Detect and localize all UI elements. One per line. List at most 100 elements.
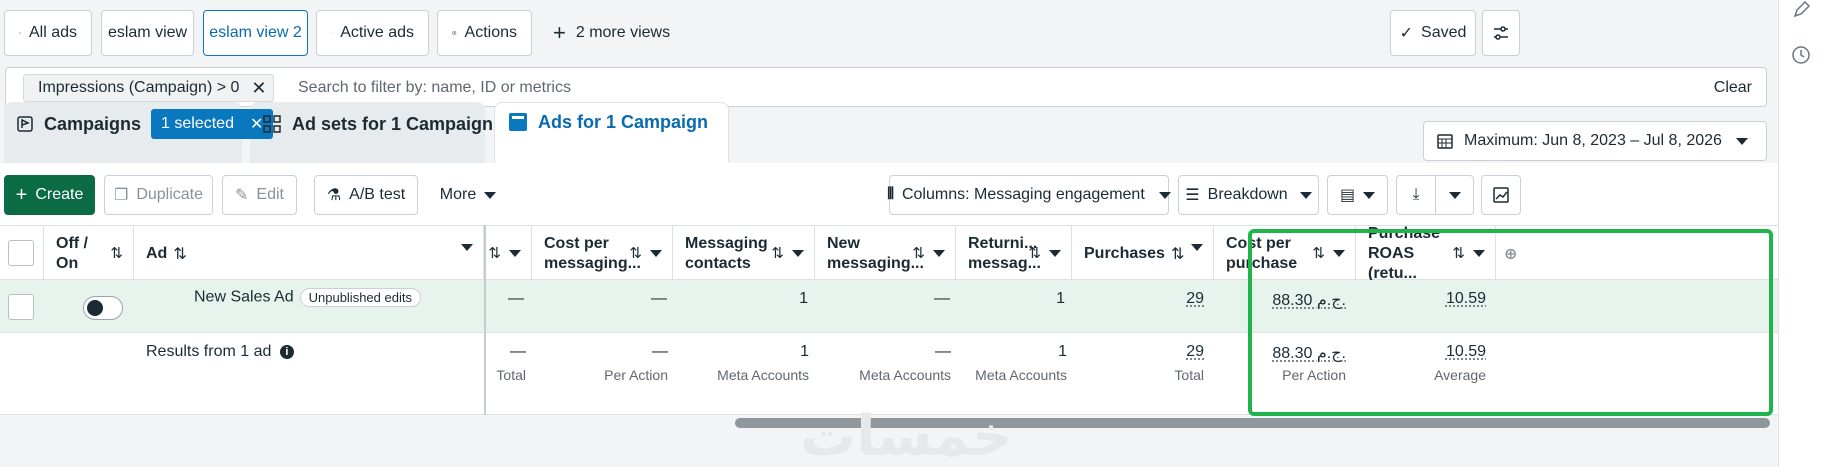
- chevron-down-icon: [1159, 192, 1171, 199]
- filter-chip[interactable]: Impressions (Campaign) > 0 ✕: [23, 74, 274, 102]
- chevron-down-icon[interactable]: [933, 250, 945, 257]
- sort-icon[interactable]: ⇅: [1312, 244, 1325, 262]
- col0-value: —: [486, 290, 524, 308]
- chevron-down-icon[interactable]: [509, 250, 521, 257]
- sort-icon[interactable]: ⇅: [110, 244, 123, 262]
- saved-button[interactable]: ✓ Saved: [1390, 10, 1476, 56]
- results-label: Results from 1 ad i: [146, 343, 294, 361]
- summary-messaging-contacts: 1: [673, 343, 809, 361]
- sliders-icon: [1492, 24, 1510, 42]
- ad-name-link[interactable]: New Sales Ad: [194, 289, 294, 306]
- sort-icon[interactable]: ⇅: [1028, 244, 1041, 262]
- summary-purchase-roas-sub: Average: [1356, 367, 1486, 383]
- date-range-picker[interactable]: Maximum: Jun 8, 2023 – Jul 8, 2026: [1423, 121, 1767, 161]
- charts-button[interactable]: [1481, 175, 1521, 215]
- view-all-ads[interactable]: All ads: [4, 10, 92, 56]
- summary-cost-per-messaging-sub: Per Action: [532, 367, 668, 383]
- send-icon: [331, 24, 332, 42]
- sort-icon[interactable]: ⇅: [1171, 244, 1184, 264]
- sort-icon[interactable]: ⇅: [629, 244, 642, 262]
- selected-badge[interactable]: 1 selected ✕: [151, 109, 273, 139]
- chevron-down-icon[interactable]: [650, 250, 662, 257]
- ad-icon: [508, 112, 528, 132]
- header-messaging-contacts[interactable]: Messaging contacts ⇅: [673, 226, 815, 281]
- duplicate-button[interactable]: ❐ Duplicate: [104, 175, 213, 215]
- status-badge: Unpublished edits: [300, 288, 421, 307]
- tab-campaigns[interactable]: Campaigns 1 selected ✕: [16, 100, 273, 148]
- header-col0[interactable]: ⇅: [486, 226, 532, 281]
- sort-icon[interactable]: ⇅: [173, 244, 186, 264]
- purchase-roas-value: 10.59: [1356, 290, 1486, 308]
- chevron-down-icon[interactable]: [461, 244, 473, 251]
- export-button[interactable]: ⤓: [1396, 175, 1436, 215]
- header-purchase-roas[interactable]: Purchase ROAS (retu... ⇅: [1356, 226, 1496, 281]
- view-active-ads[interactable]: Active ads: [316, 10, 429, 56]
- close-icon[interactable]: ✕: [251, 78, 266, 99]
- view-eslam-view[interactable]: eslam view: [101, 10, 194, 56]
- add-column-icon[interactable]: ⊕: [1504, 244, 1517, 264]
- header-ad[interactable]: Ad ⇅: [134, 226, 484, 281]
- info-icon[interactable]: i: [280, 345, 294, 359]
- ad-name-cell: New Sales Ad Unpublished edits: [134, 288, 484, 307]
- header-off-on[interactable]: Off / On ⇅: [44, 226, 134, 281]
- flask-icon: ⚗: [327, 185, 341, 205]
- new-messaging-value: —: [815, 290, 950, 308]
- header-cost-per-messaging[interactable]: Cost per messaging... ⇅: [532, 226, 673, 281]
- table-header: Off / On ⇅ Ad ⇅ ⇅ Cost per messaging... …: [0, 225, 1778, 280]
- edit-button[interactable]: ✎ Edit: [222, 175, 297, 215]
- summary-row: Results from 1 ad i — Total — Per Action…: [0, 333, 1778, 415]
- summary-returning-messaging: 1: [956, 343, 1067, 361]
- summary-new-messaging: —: [815, 343, 951, 361]
- tab-adsets[interactable]: Ad sets for 1 Campaign: [262, 100, 493, 148]
- header-purchases[interactable]: Purchases ⇅: [1072, 226, 1214, 281]
- chevron-down-icon[interactable]: [1191, 244, 1203, 251]
- plus-icon: +: [553, 20, 566, 46]
- cost-per-messaging-value: —: [532, 290, 667, 308]
- chevron-down-icon: [484, 192, 496, 199]
- chevron-down-icon[interactable]: [792, 250, 804, 257]
- create-button[interactable]: + Create: [4, 175, 95, 215]
- header-cost-per-purchase[interactable]: Cost per purchase ⇅: [1214, 226, 1356, 281]
- messaging-contacts-value: 1: [673, 290, 808, 308]
- folder-icon: [19, 24, 21, 42]
- select-all-cell: [0, 226, 44, 281]
- reports-button[interactable]: ▤: [1327, 175, 1388, 215]
- pencil-icon[interactable]: [1791, 0, 1811, 20]
- select-all-checkbox[interactable]: [8, 240, 34, 266]
- sort-icon[interactable]: ⇅: [1452, 244, 1465, 262]
- summary-purchase-roas: 10.59: [1356, 343, 1486, 361]
- right-sidebar: [1778, 0, 1821, 467]
- view-actions[interactable]: Actions: [437, 10, 532, 56]
- chevron-down-icon[interactable]: [1473, 250, 1485, 257]
- summary-col0: —: [486, 343, 526, 361]
- chevron-down-icon: [1363, 192, 1375, 199]
- sort-icon[interactable]: ⇅: [912, 244, 925, 262]
- export-menu-button[interactable]: [1435, 175, 1474, 215]
- more-button[interactable]: More: [428, 175, 508, 215]
- view-settings-button[interactable]: [1482, 10, 1520, 56]
- tab-ads[interactable]: Ads for 1 Campaign: [508, 98, 708, 146]
- chevron-down-icon[interactable]: [1333, 250, 1345, 257]
- report-icon: ▤: [1340, 185, 1355, 205]
- sort-icon[interactable]: ⇅: [488, 244, 501, 262]
- view-eslam-view-2[interactable]: eslam view 2: [203, 10, 308, 56]
- cost-per-purchase-value: 88.30 ج.م.: [1214, 290, 1346, 310]
- breakdown-button[interactable]: ☰ Breakdown: [1178, 175, 1319, 215]
- more-views-button[interactable]: + 2 more views: [553, 10, 670, 56]
- clock-icon[interactable]: [1791, 45, 1811, 65]
- add-column-cell: ⊕: [1496, 226, 1528, 281]
- sort-icon[interactable]: ⇅: [771, 244, 784, 262]
- header-returning-messaging[interactable]: Returni... messag... ⇅: [956, 226, 1072, 281]
- chevron-down-icon: [1449, 192, 1461, 199]
- columns-icon: ⫴: [887, 186, 894, 204]
- columns-button[interactable]: ⫴ Columns: Messaging engagement: [889, 175, 1169, 215]
- ab-test-button[interactable]: ⚗ A/B test: [314, 175, 418, 215]
- table-row[interactable]: New Sales Ad Unpublished edits — — 1 — 1 …: [0, 280, 1778, 333]
- summary-messaging-contacts-sub: Meta Accounts: [673, 367, 809, 383]
- header-new-messaging[interactable]: New messaging... ⇅: [815, 226, 956, 281]
- row-checkbox[interactable]: [8, 294, 34, 320]
- ad-toggle[interactable]: [83, 296, 123, 320]
- chevron-down-icon[interactable]: [1049, 250, 1061, 257]
- clear-button[interactable]: Clear: [1714, 74, 1752, 102]
- chevron-down-icon: [1736, 138, 1748, 145]
